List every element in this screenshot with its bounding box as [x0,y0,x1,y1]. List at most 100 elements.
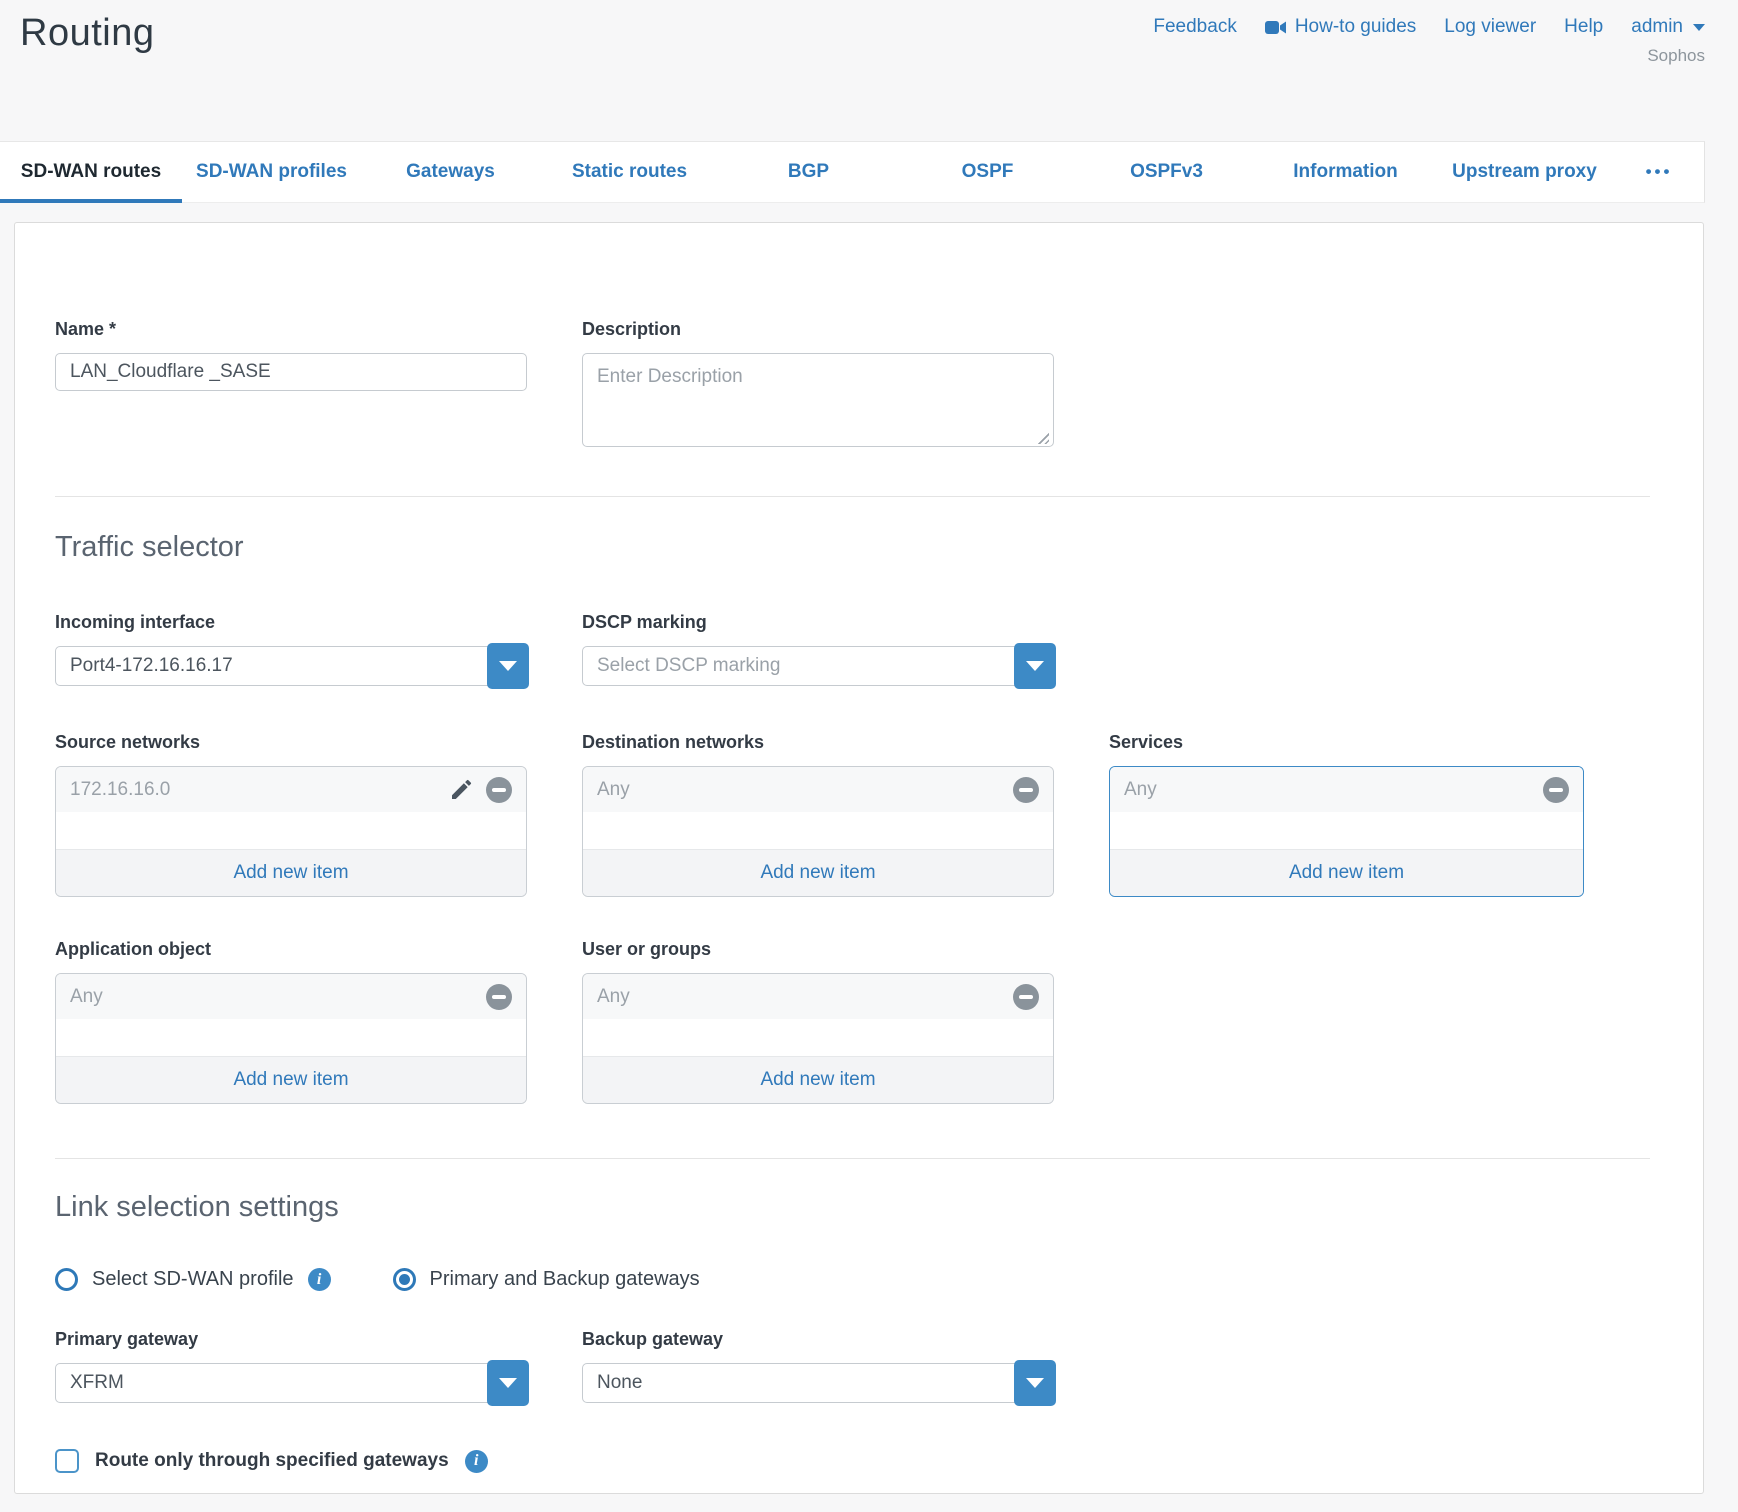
user-menu[interactable]: admin [1631,16,1705,38]
dropdown-caret-icon [1026,1378,1044,1388]
remove-item-icon[interactable] [1013,984,1039,1010]
add-new-item-button[interactable]: Add new item [1110,849,1583,896]
listbox-body [56,812,526,849]
dscp-marking-group: DSCP marking [582,612,1054,686]
listbox-body [583,1019,1053,1056]
backup-gateway-dropdown-button[interactable] [1014,1360,1056,1406]
link-selection-heading: Link selection settings [55,1191,1662,1224]
page-header: Routing Feedback How-to guides Log viewe… [0,0,1738,141]
description-textarea-wrap [582,353,1054,452]
backup-gateway-value[interactable] [582,1363,1054,1403]
remove-item-icon[interactable] [1013,777,1039,803]
tab-ospf[interactable]: OSPF [898,142,1077,202]
gateways-row: Primary gateway Backup gateway [55,1329,1662,1403]
tab-upstream-proxy[interactable]: Upstream proxy [1435,142,1614,202]
radio-label: Primary and Backup gateways [430,1268,700,1291]
primary-gateway-value[interactable] [55,1363,527,1403]
add-new-item-button[interactable]: Add new item [56,849,526,896]
primary-gateway-dropdown-button[interactable] [487,1360,529,1406]
tab-sdwan-routes[interactable]: SD-WAN routes [0,142,182,202]
tab-information[interactable]: Information [1256,142,1435,202]
list-item-value: 172.16.16.0 [70,779,170,801]
list-item: Any [56,974,526,1019]
source-networks-listbox: 172.16.16.0 Add new item [55,766,527,897]
services-group: Services Any Add new item [1109,732,1584,897]
page-title: Routing [20,12,154,55]
tab-static-routes[interactable]: Static routes [540,142,719,202]
list-item-actions [449,777,512,803]
list-item: Any [583,974,1053,1019]
dscp-marking-value[interactable] [582,646,1054,686]
application-object-listbox: Any Add new item [55,973,527,1104]
radio-label: Select SD-WAN profile [92,1268,294,1291]
incoming-interface-value[interactable] [55,646,527,686]
user-menu-label: admin [1631,16,1683,38]
backup-gateway-select [582,1363,1054,1403]
list-item-value: Any [70,986,103,1008]
route-only-option: Route only through specified gateways [55,1449,1662,1473]
listbox-body [583,812,1053,849]
user-or-groups-listbox: Any Add new item [582,973,1054,1104]
video-camera-icon [1265,20,1287,35]
edit-pencil-icon[interactable] [449,778,473,802]
radio-icon[interactable] [393,1268,416,1291]
add-new-item-button[interactable]: Add new item [56,1056,526,1103]
application-object-group: Application object Any Add new item [55,939,527,1104]
name-label: Name* [55,319,527,340]
log-viewer-link[interactable]: Log viewer [1444,16,1536,38]
radio-select-sdwan-profile[interactable]: Select SD-WAN profile [55,1268,331,1291]
dropdown-caret-icon [499,661,517,671]
application-object-label: Application object [55,939,527,960]
howto-guides-link[interactable]: How-to guides [1265,16,1416,38]
traffic-selector-heading: Traffic selector [55,531,1662,564]
name-field-group: Name* [55,319,527,452]
list-item-actions [1013,777,1039,803]
list-item: Any [1110,767,1583,812]
add-new-item-button[interactable]: Add new item [583,849,1053,896]
route-only-label: Route only through specified gateways [95,1450,449,1472]
list-item-actions [1013,984,1039,1010]
brand-label: Sophos [1153,46,1705,66]
destination-networks-group: Destination networks Any Add new item [582,732,1054,897]
list-item-value: Any [1124,779,1157,801]
primary-gateway-label: Primary gateway [55,1329,527,1350]
source-networks-label: Source networks [55,732,527,753]
remove-item-icon[interactable] [486,984,512,1010]
required-mark: * [109,319,116,339]
tab-ospfv3[interactable]: OSPFv3 [1077,142,1256,202]
dscp-marking-select [582,646,1054,686]
dropdown-caret-icon [1026,661,1044,671]
radio-primary-backup-gateways[interactable]: Primary and Backup gateways [393,1268,700,1291]
link-selection-options: Select SD-WAN profile Primary and Backup… [55,1268,1662,1291]
info-icon[interactable] [308,1268,331,1291]
incoming-interface-dropdown-button[interactable] [487,643,529,689]
list-item-value: Any [597,986,630,1008]
radio-icon[interactable] [55,1268,78,1291]
name-input[interactable] [55,353,527,391]
route-only-checkbox[interactable] [55,1449,79,1473]
services-label: Services [1109,732,1584,753]
help-link[interactable]: Help [1564,16,1603,38]
description-textarea[interactable] [582,353,1054,447]
primary-gateway-select [55,1363,527,1403]
tab-sdwan-profiles[interactable]: SD-WAN profiles [182,142,361,202]
feedback-link[interactable]: Feedback [1153,16,1236,38]
info-icon[interactable] [465,1450,488,1473]
dscp-marking-dropdown-button[interactable] [1014,643,1056,689]
remove-item-icon[interactable] [486,777,512,803]
name-description-row: Name* Description [55,319,1662,452]
networks-row: Source networks 172.16.16.0 Add new item… [55,732,1662,897]
description-field-group: Description [582,319,1054,452]
more-tabs-button[interactable]: ••• [1614,142,1704,202]
dscp-marking-label: DSCP marking [582,612,1054,633]
caret-down-icon [1693,24,1705,31]
list-item-actions [486,984,512,1010]
add-new-item-button[interactable]: Add new item [583,1056,1053,1103]
description-label: Description [582,319,1054,340]
interface-dscp-row: Incoming interface DSCP marking [55,612,1662,686]
tab-bgp[interactable]: BGP [719,142,898,202]
incoming-interface-select [55,646,527,686]
tab-gateways[interactable]: Gateways [361,142,540,202]
remove-item-icon[interactable] [1543,777,1569,803]
primary-gateway-group: Primary gateway [55,1329,527,1403]
